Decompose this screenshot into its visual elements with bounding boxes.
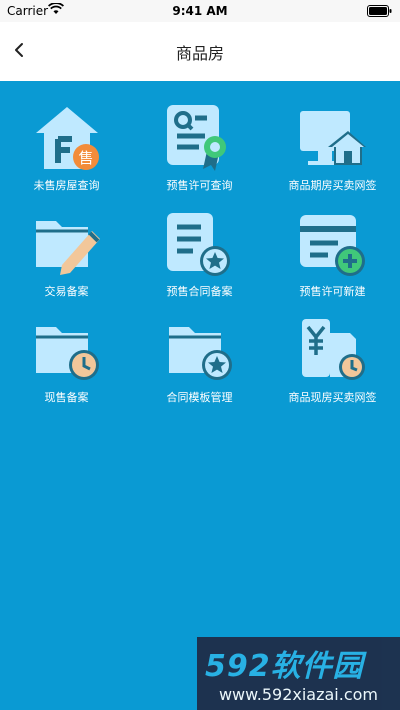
tile-unsold-house-query[interactable]: 售 未售房屋查询 (0, 81, 133, 192)
tile-presale-permit-create[interactable]: 预售许可新建 (266, 187, 399, 298)
house-sale-icon: 售 (36, 107, 99, 170)
svg-text:售: 售 (78, 149, 93, 167)
certificate-icon (167, 105, 226, 171)
battery-icon (367, 5, 392, 17)
folder-pen-icon (36, 221, 100, 275)
watermark-brand: 592软件园 (205, 649, 364, 684)
tile-transaction-filing[interactable]: 交易备案 (0, 187, 133, 298)
clock: 9:41 AM (172, 4, 228, 18)
folder-star-icon (169, 327, 232, 380)
watermark: 592软件园 www.592xiazai.com (197, 637, 400, 710)
status-bar: Carrier 9:41 AM (0, 0, 400, 22)
tile-label: 现售备案 (44, 391, 89, 404)
tile-presale-permit-query[interactable]: 预售许可查询 (133, 81, 266, 192)
folder-clock-icon (36, 327, 99, 380)
tile-current-sale-filing[interactable]: 现售备案 (0, 293, 133, 404)
tile-existing-house-online-sign[interactable]: 商品现房买卖网签 (266, 293, 399, 404)
computer-house-icon (300, 111, 366, 165)
card-add-icon (300, 215, 365, 276)
tile-presale-contract-filing[interactable]: 预售合同备案 (133, 187, 266, 298)
navigation-bar: 商品房 (0, 22, 400, 81)
tile-contract-template-manage[interactable]: 合同模板管理 (133, 293, 266, 404)
watermark-url: www.592xiazai.com (218, 685, 379, 704)
yuan-clock-icon (302, 319, 365, 380)
page-title: 商品房 (175, 44, 224, 63)
tile-label: 商品现房买卖网签 (288, 391, 377, 404)
tile-label: 合同模板管理 (166, 391, 233, 404)
tile-forward-house-online-sign[interactable]: 商品期房买卖网签 (266, 81, 399, 192)
document-star-icon (167, 213, 230, 276)
